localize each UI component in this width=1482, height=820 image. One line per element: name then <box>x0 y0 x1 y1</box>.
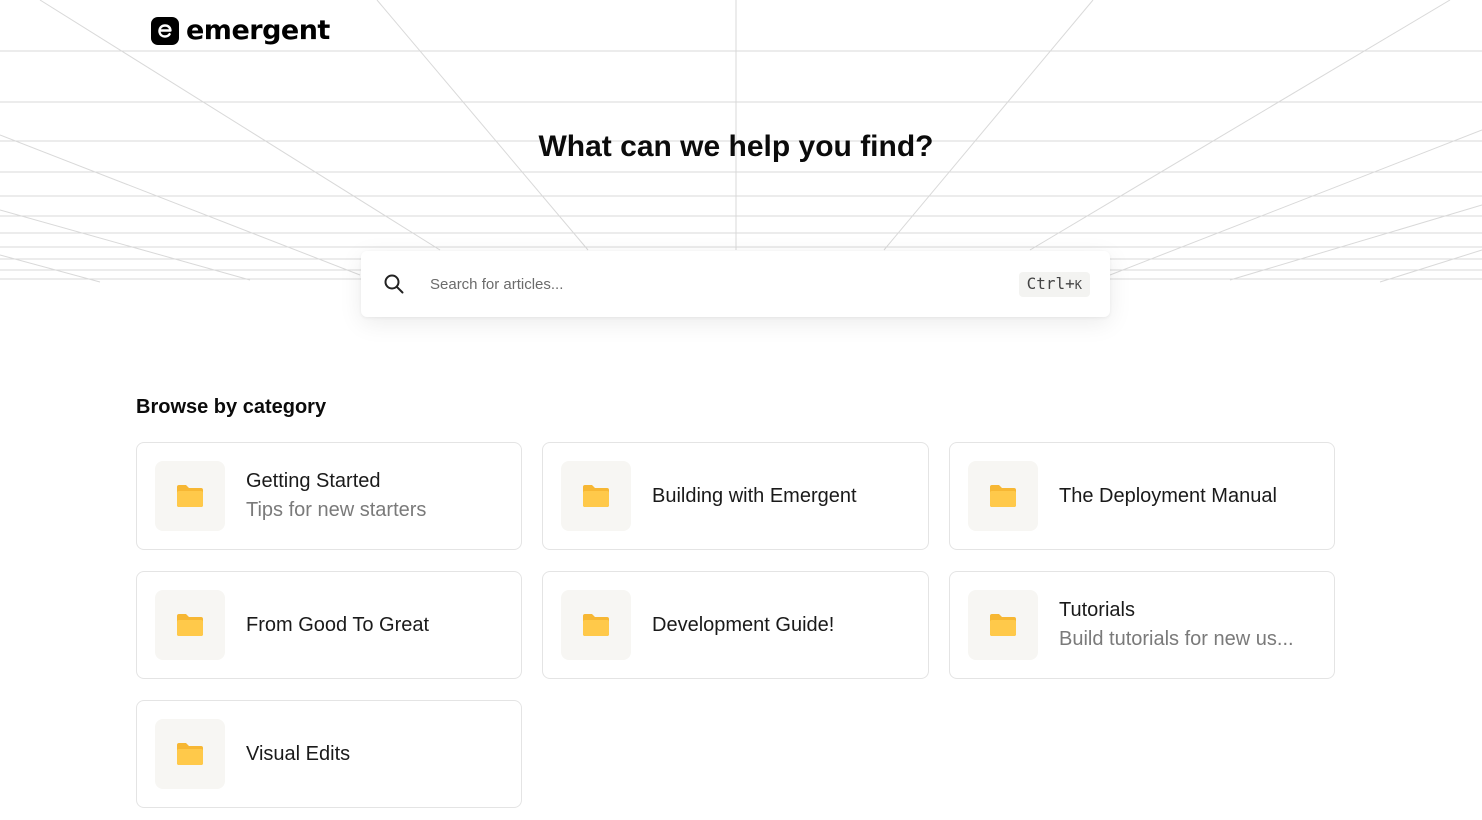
category-title: Getting Started <box>246 470 381 492</box>
shortcut-modifier: Ctrl+ <box>1026 273 1075 293</box>
folder-icon <box>561 590 631 660</box>
folder-icon <box>155 590 225 660</box>
category-title: From Good To Great <box>246 614 430 636</box>
category-title: The Deployment Manual <box>1059 485 1277 507</box>
folder-icon <box>968 461 1038 531</box>
category-card-getting-started[interactable]: Getting Started Tips for new starters <box>136 442 522 550</box>
category-card-development-guide[interactable]: Development Guide! <box>542 571 929 679</box>
search-bar[interactable]: Ctrl+K <box>361 251 1110 317</box>
category-title: Tutorials <box>1059 599 1135 621</box>
category-description: Build tutorials for new us... <box>1059 628 1294 650</box>
category-card-from-good-to-great[interactable]: From Good To Great <box>136 571 522 679</box>
category-card-visual-edits[interactable]: Visual Edits <box>136 700 522 808</box>
folder-icon <box>968 590 1038 660</box>
page-title: What can we help you find? <box>538 130 934 163</box>
search-icon <box>383 273 405 295</box>
keyboard-shortcut-badge: Ctrl+K <box>1018 271 1090 297</box>
section-title: Browse by category <box>136 396 327 418</box>
emergent-logo-link[interactable]: emergent <box>151 16 330 46</box>
category-title: Building with Emergent <box>652 485 857 507</box>
category-card-building-with-emergent[interactable]: Building with Emergent <box>542 442 929 550</box>
search-input[interactable] <box>428 268 1019 300</box>
emergent-logo-icon <box>151 17 179 45</box>
category-description: Tips for new starters <box>246 499 427 521</box>
brand-name: emergent <box>186 15 330 46</box>
folder-icon <box>561 461 631 531</box>
shortcut-key: K <box>1074 277 1082 292</box>
category-title: Development Guide! <box>652 614 835 636</box>
folder-icon <box>155 461 225 531</box>
category-grid: Getting Started Tips for new starters Bu… <box>136 442 1335 808</box>
category-title: Visual Edits <box>246 743 351 765</box>
category-card-deployment-manual[interactable]: The Deployment Manual <box>949 442 1335 550</box>
help-center-page: emergent What can we help you find? Ctrl… <box>0 0 1482 820</box>
folder-icon <box>155 719 225 789</box>
category-card-tutorials[interactable]: Tutorials Build tutorials for new us... <box>949 571 1335 679</box>
